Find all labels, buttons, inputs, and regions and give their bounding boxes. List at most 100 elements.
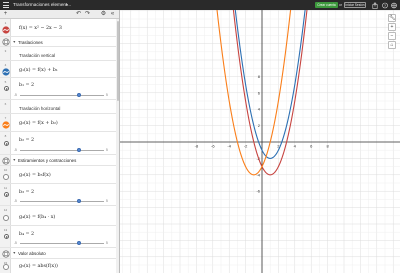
graph-canvas[interactable]: -8 -6 -4 -2 2 4 6 8 8 6 4 2 -2 -4 -6 [120, 10, 400, 273]
slider-row[interactable]: 11 b₃ = 2 -5 5 [0, 184, 116, 206]
expression-number: 8 [4, 134, 7, 138]
slider-max[interactable]: 5 [106, 199, 108, 203]
folder-icon[interactable] [1, 249, 10, 258]
note-row[interactable]: 3 Traslación vertical [0, 47, 116, 61]
settings-gear-icon[interactable]: ⚙ [100, 11, 107, 18]
slider-latex[interactable]: b₂ = 2 [19, 138, 34, 143]
expression-row[interactable]: 4 g₁(x) = f(x) + b₁ [0, 61, 116, 78]
slider-handle[interactable] [76, 241, 81, 246]
zoom-in-icon[interactable]: + [388, 23, 396, 31]
slider-row[interactable]: 13 b₄ = 2 -5 5 [0, 226, 116, 248]
expression-panel: + ↶ ↷ ⚙ « 1 f(x) = x² − 2x − 3 ▼ Traslac… [0, 10, 120, 273]
x-tick-label: 8 [326, 144, 329, 149]
expression-number: 12 [3, 208, 8, 212]
hidden-curve-icon[interactable] [3, 215, 9, 221]
expression-latex[interactable]: g₃(x) = b₃f(x) [19, 173, 51, 178]
x-tick-label: 6 [310, 144, 313, 149]
top-bar: Transformaciones element... ▾ Crear cuen… [0, 0, 400, 10]
expression-row[interactable]: 1 f(x) = x² − 2x − 3 [0, 19, 116, 37]
hidden-curve-icon[interactable] [3, 174, 9, 180]
slider-max[interactable]: 5 [106, 93, 108, 97]
folder-row[interactable]: ▼ Valor absoluto [0, 248, 116, 259]
expression-latex[interactable]: g₅(x) = abs(f(x)) [19, 264, 58, 269]
folder-icon[interactable] [1, 38, 10, 46]
folder-label[interactable]: Estiramientos y contracciones [18, 158, 76, 163]
expression-latex[interactable]: f(x) = x² − 2x − 3 [19, 26, 62, 31]
home-icon[interactable]: ⌂ [388, 41, 396, 49]
chevron-down-icon[interactable]: ▾ [66, 0, 68, 10]
folder-row[interactable]: ▼ Estiramientos y contracciones [0, 155, 116, 166]
slider-latex[interactable]: b₁ = 2 [19, 83, 34, 88]
x-tick-label: -8 [195, 144, 199, 149]
slider-max[interactable]: 5 [106, 148, 108, 152]
folder-label[interactable]: Traslaciones [18, 40, 43, 45]
curve-toggle-icon[interactable] [1, 67, 10, 76]
slider-latex[interactable]: b₃ = 2 [19, 190, 34, 195]
expression-row[interactable]: 15 g₅(x) = abs(f(x)) [0, 259, 116, 273]
slider-min[interactable]: -5 [14, 199, 17, 203]
slider-row[interactable]: 5 b₁ = 2 -5 5 [0, 78, 116, 100]
add-expression-icon[interactable]: + [2, 11, 9, 18]
zoom-controls: 🔧︎ + − ⌂ [388, 14, 397, 50]
x-tick-label: -4 [227, 144, 231, 149]
expression-row[interactable]: 7 g₂(x) = f(x + b₂) [0, 114, 116, 132]
expression-number: 6 [4, 102, 7, 106]
x-tick-label: -6 [211, 144, 215, 149]
slider-max[interactable]: 5 [106, 241, 108, 245]
expression-number: 10 [3, 168, 8, 172]
graph-title[interactable]: Transformaciones element... [13, 0, 71, 10]
undo-icon[interactable]: ↶ [75, 11, 82, 18]
help-icon[interactable]: ? [382, 2, 388, 9]
folder-label[interactable]: Valor absoluto [18, 251, 46, 256]
slider-handle[interactable] [76, 147, 81, 152]
play-slider-icon[interactable] [3, 141, 9, 146]
slider-track[interactable] [20, 201, 104, 202]
hamburger-menu-icon[interactable] [2, 1, 10, 9]
slider-min[interactable]: -5 [14, 93, 17, 97]
expression-number: 11 [3, 186, 8, 190]
note-row[interactable]: 6 Traslación horizontal [0, 100, 116, 114]
expression-row[interactable]: 10 g₃(x) = b₃f(x) [0, 166, 116, 184]
graph-svg[interactable]: -8 -6 -4 -2 2 4 6 88642-2-4-6 [120, 10, 400, 273]
slider-track[interactable] [20, 149, 104, 151]
share-icon[interactable] [372, 1, 378, 9]
slider-handle[interactable] [76, 199, 81, 204]
globe-icon[interactable] [391, 2, 397, 9]
or-text: or [339, 2, 343, 7]
expression-latex[interactable]: g₁(x) = f(x) + b₁ [19, 68, 58, 73]
login-button[interactable]: Iniciar Sesión [344, 1, 366, 8]
expression-latex[interactable]: g₂(x) = f(x + b₂) [19, 121, 58, 126]
caret-down-icon[interactable]: ▼ [13, 158, 17, 162]
slider-min[interactable]: -5 [14, 148, 17, 152]
slider-latex[interactable]: b₄ = 2 [19, 232, 34, 237]
redo-icon[interactable]: ↷ [84, 11, 91, 18]
play-slider-icon[interactable] [3, 192, 9, 197]
note-text[interactable]: Traslación vertical [19, 53, 55, 58]
slider-handle[interactable] [76, 92, 81, 97]
play-slider-icon[interactable] [3, 234, 9, 239]
slider-min[interactable]: -5 [14, 241, 17, 245]
hidden-curve-icon[interactable] [3, 264, 9, 270]
collapse-panel-icon[interactable]: « [109, 11, 116, 18]
curve-toggle-icon[interactable] [1, 121, 10, 129]
wrench-icon[interactable]: 🔧︎ [388, 14, 396, 22]
play-slider-icon[interactable] [3, 86, 9, 91]
expression-latex[interactable]: g₄(x) = f(b₄ · x) [19, 215, 55, 220]
note-text[interactable]: Traslación horizontal [19, 106, 60, 111]
slider-track[interactable] [20, 94, 104, 96]
curve-toggle-icon[interactable] [1, 26, 10, 34]
slider-track[interactable] [20, 243, 104, 244]
slider-row[interactable]: 8 b₂ = 2 -5 5 [0, 132, 116, 155]
caret-down-icon[interactable]: ▼ [13, 251, 17, 255]
expression-number: 1 [4, 21, 7, 25]
expression-number: 7 [4, 116, 7, 120]
x-tick-label: 4 [294, 144, 297, 149]
caret-down-icon[interactable]: ▼ [13, 40, 17, 44]
zoom-out-icon[interactable]: − [388, 32, 396, 40]
create-account-button[interactable]: Crear cuenta [315, 1, 338, 8]
expression-number: 4 [4, 63, 7, 67]
expression-row[interactable]: 12 g₄(x) = f(b₄ · x) [0, 206, 116, 226]
folder-icon[interactable] [1, 156, 10, 165]
scrollbar-thumb[interactable] [116, 21, 119, 101]
folder-row[interactable]: ▼ Traslaciones [0, 37, 116, 47]
